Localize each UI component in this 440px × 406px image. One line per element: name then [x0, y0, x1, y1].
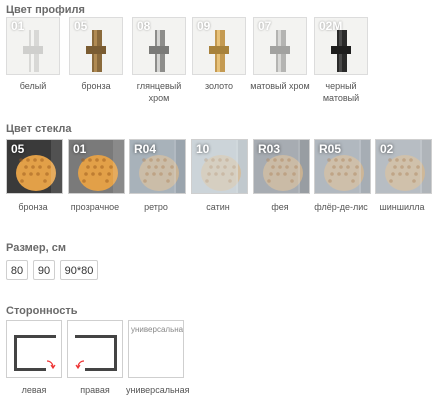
glass-swatch-chinchilla[interactable]: 02	[375, 139, 432, 194]
profile-label: матовый хром	[250, 81, 310, 91]
glass-swatch-retro[interactable]: R04	[129, 139, 186, 194]
profile-swatch-glossy-chrome[interactable]: 08	[132, 17, 186, 75]
size-option-80[interactable]: 80	[6, 260, 28, 280]
profile-label: золото	[204, 81, 234, 91]
glass-label: ретро	[144, 202, 168, 212]
glass-label: шиншилла	[379, 202, 425, 212]
glass-swatch-fairy[interactable]: R03	[253, 139, 310, 194]
profile-swatch-matte-chrome[interactable]: 07	[253, 17, 307, 75]
swatch-code: 08	[137, 19, 151, 33]
size-option-90[interactable]: 90	[33, 260, 55, 280]
profile-swatch-bronze[interactable]: 05	[69, 17, 123, 75]
side-title: Сторонность	[6, 305, 78, 317]
profile-label: белый	[19, 81, 47, 91]
glass-label: сатин	[206, 202, 230, 212]
profile-color-title: Цвет профиля	[6, 4, 85, 16]
swatch-code: R05	[319, 142, 342, 156]
swatch-code: 01	[73, 142, 87, 156]
glass-swatch-fleur-de-lis[interactable]: R05	[314, 139, 371, 194]
swatch-code: 05	[74, 19, 88, 33]
profile-swatch-black-matte[interactable]: 02M	[314, 17, 368, 75]
right-door-icon	[75, 335, 117, 371]
glass-label: прозрачное	[70, 202, 120, 212]
swatch-code: 02M	[319, 19, 343, 33]
glass-label: бронза	[18, 202, 48, 212]
profile-label: бронза	[81, 81, 111, 91]
side-option-right[interactable]	[67, 320, 123, 378]
side-label: правая	[80, 385, 110, 395]
glass-label: фея	[271, 202, 289, 212]
side-label: левая	[21, 385, 47, 395]
side-label: универсальная	[126, 385, 190, 395]
profile-label: глянцевый хром	[136, 81, 182, 103]
size-option-90x80[interactable]: 90*80	[60, 260, 98, 280]
glass-label: флёр-де-лис	[314, 202, 368, 212]
glass-swatch-clear[interactable]: 01	[68, 139, 125, 194]
swatch-code: 07	[258, 19, 272, 33]
swatch-code: 05	[11, 142, 25, 156]
swatch-code: 09	[197, 19, 211, 33]
swatch-code: 10	[196, 142, 210, 156]
profile-swatch-gold[interactable]: 09	[192, 17, 246, 75]
side-option-universal[interactable]: универсальная	[128, 320, 184, 378]
swatch-code: R04	[134, 142, 157, 156]
glass-swatch-bronze[interactable]: 05	[6, 139, 63, 194]
swatch-code: 02	[380, 142, 394, 156]
left-door-icon	[14, 335, 56, 371]
size-title: Размер, см	[6, 242, 66, 254]
profile-swatch-white[interactable]: 01	[6, 17, 60, 75]
swatch-code: R03	[258, 142, 281, 156]
profile-label: черный матовый	[322, 81, 360, 103]
universal-placeholder-text: универсальная	[131, 325, 184, 334]
side-option-left[interactable]	[6, 320, 62, 378]
glass-swatch-satin[interactable]: 10	[191, 139, 248, 194]
glass-color-title: Цвет стекла	[6, 123, 72, 135]
swatch-code: 01	[11, 19, 25, 33]
